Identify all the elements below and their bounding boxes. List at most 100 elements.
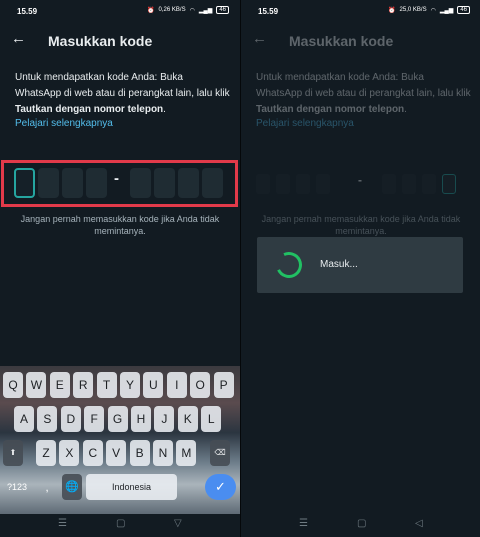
code-digit-3 <box>296 174 310 194</box>
instruction-text: Untuk mendapatkan kode Anda: Buka WhatsA… <box>256 70 471 118</box>
status-bar: 15.59 ⏰ 25,0 KB/S ◠ ▂▄▆ 46 <box>241 0 480 22</box>
app-bar: ← Masukkan kode <box>0 24 240 58</box>
code-digit-7[interactable] <box>178 168 199 198</box>
key-y[interactable]: Y <box>120 372 140 398</box>
instruction-body: Untuk mendapatkan kode Anda: Buka WhatsA… <box>15 72 230 99</box>
code-digit-1 <box>256 174 270 194</box>
symbols-key[interactable]: ?123 <box>3 474 31 500</box>
back-nav-icon[interactable]: ▽ <box>174 518 182 529</box>
key-z[interactable]: Z <box>36 440 56 466</box>
key-t[interactable]: T <box>96 372 117 398</box>
left-screen: 15.59 ⏰ 0,26 KB/S ◠ ▂▄▆ 46 ← Masukkan ko… <box>0 0 240 537</box>
code-digit-8 <box>442 174 456 194</box>
instruction-body: Untuk mendapatkan kode Anda: Buka WhatsA… <box>256 72 471 99</box>
key-k[interactable]: K <box>177 406 198 432</box>
code-digit-1[interactable] <box>14 168 35 198</box>
code-digit-8[interactable] <box>202 168 223 198</box>
app-bar: ← Masukkan kode <box>241 24 480 58</box>
key-s[interactable]: S <box>37 406 58 432</box>
right-screen: 15.59 ⏰ 25,0 KB/S ◠ ▂▄▆ 46 ← Masukkan ko… <box>241 0 480 537</box>
loading-dialog: Masuk... <box>257 237 463 293</box>
key-w[interactable]: W <box>26 372 47 398</box>
key-i[interactable]: I <box>166 372 187 398</box>
key-p[interactable]: P <box>213 372 234 398</box>
key-r[interactable]: R <box>73 372 94 398</box>
comma-key[interactable]: , <box>40 474 54 500</box>
learn-more-link[interactable]: Pelajari selengkapnya <box>256 118 354 129</box>
back-nav-icon[interactable]: ◁ <box>415 518 423 529</box>
key-a[interactable]: A <box>14 406 34 432</box>
code-digit-5 <box>382 174 396 194</box>
nav-bar: ☰ ▢ ◁ <box>241 514 480 537</box>
shift-key-icon[interactable]: ⬆ <box>3 440 23 466</box>
key-n[interactable]: N <box>153 440 173 466</box>
signal-icon: ▂▄▆ <box>198 7 213 14</box>
status-icons: ⏰ 25,0 KB/S ◠ ▂▄▆ 46 <box>388 6 470 14</box>
key-l[interactable]: L <box>201 406 222 432</box>
code-digit-6[interactable] <box>154 168 175 198</box>
key-c[interactable]: C <box>82 440 103 466</box>
key-j[interactable]: J <box>154 406 175 432</box>
status-time: 15.59 <box>17 7 38 16</box>
warning-text: Jangan pernah memasukkan kode jika Anda … <box>20 214 220 236</box>
network-speed: 25,0 KB/S <box>399 7 427 13</box>
keyboard: Q W E R T Y U I O P A S D F G H J K L ⬆ Z X C V B N M ⌫ ?123, 🌐 Indone… <box>0 366 240 514</box>
battery-icon: 46 <box>457 6 470 14</box>
enter-key-icon[interactable]: ✓ <box>205 474 236 500</box>
page-title: Masukkan kode <box>48 33 153 49</box>
alarm-icon: ⏰ <box>388 7 396 14</box>
code-digit-2[interactable] <box>38 168 59 198</box>
key-m[interactable]: M <box>176 440 197 466</box>
key-e[interactable]: E <box>49 372 70 398</box>
instruction-end: . <box>404 104 407 115</box>
page-title: Masukkan kode <box>289 33 394 49</box>
status-bar: 15.59 ⏰ 0,26 KB/S ◠ ▂▄▆ 46 <box>0 0 240 22</box>
space-key[interactable]: Indonesia <box>86 474 177 500</box>
key-b[interactable]: B <box>129 440 150 466</box>
globe-key-icon[interactable]: 🌐 <box>62 474 82 500</box>
signal-icon: ▂▄▆ <box>439 7 454 14</box>
back-arrow-icon[interactable]: ← <box>252 30 267 47</box>
screenshot-pair: 15.59 ⏰ 0,26 KB/S ◠ ▂▄▆ 46 ← Masukkan ko… <box>0 0 480 537</box>
instruction-bold: Tautkan dengan nomor telepon <box>15 104 164 115</box>
code-digit-4[interactable] <box>86 168 107 198</box>
warning-text: Jangan pernah memasukkan kode jika Anda … <box>261 214 461 236</box>
key-q[interactable]: Q <box>3 372 23 398</box>
code-digit-7 <box>422 174 436 194</box>
key-v[interactable]: V <box>106 440 127 466</box>
code-digit-3[interactable] <box>62 168 83 198</box>
recents-icon[interactable]: ☰ <box>58 518 67 529</box>
key-o[interactable]: O <box>190 372 211 398</box>
instruction-bold: Tautkan dengan nomor telepon <box>256 104 405 115</box>
home-icon[interactable]: ▢ <box>357 518 366 529</box>
back-arrow-icon[interactable]: ← <box>11 30 26 47</box>
home-icon[interactable]: ▢ <box>116 518 125 529</box>
key-f[interactable]: F <box>84 406 105 432</box>
nav-bar: ☰ ▢ ▽ <box>0 514 240 537</box>
wifi-icon: ◠ <box>189 7 195 14</box>
key-u[interactable]: U <box>143 372 164 398</box>
code-separator: - <box>114 170 119 187</box>
recents-icon[interactable]: ☰ <box>299 518 308 529</box>
status-icons: ⏰ 0,26 KB/S ◠ ▂▄▆ 46 <box>147 6 229 14</box>
code-digit-5[interactable] <box>130 168 151 198</box>
code-digit-4 <box>316 174 330 194</box>
battery-icon: 46 <box>216 6 229 14</box>
code-separator: - <box>358 173 362 187</box>
key-x[interactable]: X <box>59 440 80 466</box>
loading-text: Masuk... <box>320 259 358 270</box>
status-time: 15.59 <box>258 7 279 16</box>
network-speed: 0,26 KB/S <box>158 7 186 13</box>
learn-more-link[interactable]: Pelajari selengkapnya <box>15 118 113 129</box>
wifi-icon: ◠ <box>430 7 436 14</box>
code-digit-6 <box>402 174 416 194</box>
alarm-icon: ⏰ <box>147 7 155 14</box>
backspace-key-icon[interactable]: ⌫ <box>210 440 230 466</box>
key-g[interactable]: G <box>107 406 128 432</box>
spinner-icon <box>272 248 306 282</box>
key-h[interactable]: H <box>131 406 151 432</box>
code-digit-2 <box>276 174 290 194</box>
key-d[interactable]: D <box>60 406 81 432</box>
instruction-text: Untuk mendapatkan kode Anda: Buka WhatsA… <box>15 70 230 118</box>
instruction-end: . <box>163 104 166 115</box>
